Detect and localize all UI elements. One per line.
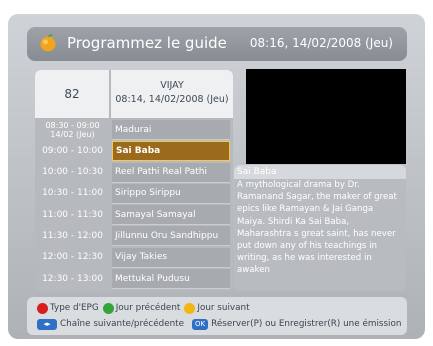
schedule-time: 12:30 - 13:00 xyxy=(42,273,103,284)
description-text: A mythological drama by Dr. Ramanand Sag… xyxy=(237,180,397,276)
schedule-program[interactable]: Samayal Samayal xyxy=(112,205,230,226)
program-description: Sai Baba A mythological drama by Dr. Ram… xyxy=(234,165,406,291)
nav-key-row: ◂▸ Chaîne suivante/précédente OK Réserve… xyxy=(37,317,401,331)
schedule-time: 09:00 - 10:00 xyxy=(42,145,103,156)
schedule-program[interactable]: Madurai xyxy=(112,120,230,140)
key-legend: Type d'EPG Jour précédent Jour suivant ◂… xyxy=(27,297,407,335)
description-title: Sai Baba xyxy=(234,165,406,179)
schedule-time: 10:30 - 11:00 xyxy=(42,188,103,199)
schedule-row[interactable]: 08:30 - 09:00 14/02 (Jeu) Madurai xyxy=(35,120,233,141)
schedule-row[interactable]: 11:00 - 11:30 Samayal Samayal xyxy=(35,205,233,226)
schedule-list: 08:30 - 09:00 14/02 (Jeu) Madurai 09:00 … xyxy=(35,120,233,290)
channel-datetime: 08:14, 14/02/2008 (Jeu) xyxy=(115,94,229,105)
schedule-time: 12:00 - 12:30 xyxy=(42,252,103,263)
nav-key-label: Chaîne suivante/précédente xyxy=(60,319,185,329)
schedule-row[interactable]: 12:00 - 12:30 Vijay Takies xyxy=(35,247,233,269)
green-button-icon[interactable] xyxy=(102,302,114,314)
schedule-row[interactable]: 12:30 - 13:00 Mettukal Pudusu xyxy=(35,269,233,290)
schedule-time: 08:30 - 09:00 14/02 (Jeu) xyxy=(45,121,100,139)
color-key-row: Type d'EPG Jour précédent Jour suivant xyxy=(37,301,250,315)
current-datetime: 08:16, 14/02/2008 (Jeu) xyxy=(249,36,393,50)
schedule-row[interactable]: 10:00 - 10:30 Reel Pathi Real Pathi xyxy=(35,162,233,184)
channel-number: 82 xyxy=(35,70,109,118)
schedule-program[interactable]: Mettukal Pudusu xyxy=(112,269,230,290)
red-button-icon[interactable] xyxy=(37,302,48,314)
schedule-row-selected[interactable]: 09:00 - 10:00 Sai Baba xyxy=(35,141,233,162)
ok-key-icon[interactable]: OK xyxy=(192,318,209,330)
schedule-time: 11:30 - 12:00 xyxy=(42,230,103,241)
schedule-time: 11:00 - 11:30 xyxy=(42,209,103,220)
channel-info: VIJAY 08:14, 14/02/2008 (Jeu) xyxy=(111,70,233,118)
channel-name: VIJAY xyxy=(160,80,184,91)
ok-key-label: Réserver(P) ou Enregistrer(R) une émissi… xyxy=(211,319,402,329)
yellow-key-label: Jour suivant xyxy=(197,303,250,313)
yellow-button-icon[interactable] xyxy=(184,302,196,314)
page-title: Programmez le guide xyxy=(67,34,227,52)
schedule-time: 10:00 - 10:30 xyxy=(42,167,103,178)
schedule-program[interactable]: Jillunnu Oru Sandhippu xyxy=(112,226,230,247)
green-key-label: Jour précédent xyxy=(115,303,181,313)
red-key-label: Type d'EPG xyxy=(50,303,99,313)
header-bar: Programmez le guide 08:16, 14/02/2008 (J… xyxy=(27,27,407,61)
schedule-program[interactable]: Vijay Takies xyxy=(112,247,230,268)
left-right-arrows-icon[interactable]: ◂▸ xyxy=(37,318,57,330)
schedule-row[interactable]: 10:30 - 11:00 Sirippo Sirippu xyxy=(35,183,233,205)
program-guide: 82 VIJAY 08:14, 14/02/2008 (Jeu) 08:30 -… xyxy=(35,70,233,291)
schedule-program[interactable]: Reel Pathi Real Pathi xyxy=(112,162,230,183)
schedule-program[interactable]: Sai Baba xyxy=(112,141,230,162)
schedule-row[interactable]: 11:30 - 12:00 Jillunnu Oru Sandhippu xyxy=(35,226,233,247)
apple-logo-icon xyxy=(40,34,56,52)
schedule-program[interactable]: Sirippo Sirippu xyxy=(112,183,230,204)
video-preview xyxy=(246,69,406,164)
